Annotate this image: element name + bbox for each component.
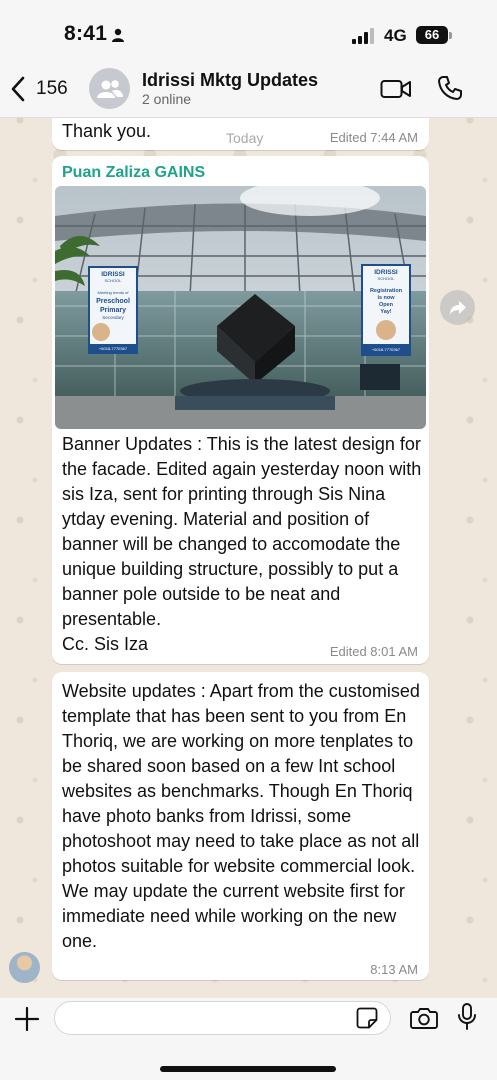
video-call-icon[interactable] [380, 77, 412, 101]
online-status: 2 online [142, 91, 192, 107]
message-bubble-with-image[interactable]: Puan Zaliza GAINS IDRISSI SCHOOL Meeting… [52, 156, 429, 664]
message-text: Website updates : Apart from the customi… [62, 681, 420, 951]
battery-level: 66 [424, 27, 440, 42]
battery-icon: 66 [416, 26, 448, 44]
plus-icon[interactable] [14, 1006, 40, 1032]
back-button[interactable]: 156 [10, 74, 68, 104]
battery-tip [449, 32, 452, 39]
message-timestamp: Edited 8:01 AM [329, 644, 418, 659]
left-banner-brand-sub: SCHOOL [105, 278, 123, 283]
share-arrow-icon [449, 300, 466, 315]
message-body: Banner Updates : This is the latest desi… [62, 434, 422, 654]
message-timestamp: 8:13 AM [370, 962, 418, 977]
message-input[interactable] [54, 1001, 391, 1035]
network-label: 4G [384, 26, 407, 45]
left-banner-headline: Meeting trends of [98, 290, 130, 295]
right-banner-headline-4: Yay! [380, 309, 391, 315]
left-banner-brand: IDRISSI [101, 271, 125, 278]
group-avatar-icon [96, 79, 123, 98]
facade-illustration: IDRISSI SCHOOL Meeting trends of Prescho… [55, 186, 426, 429]
chat-header: 156 Idrissi Mktg Updates 2 online [0, 60, 497, 118]
date-separator: Today [218, 128, 272, 148]
camera-icon[interactable] [410, 1006, 438, 1030]
forward-button[interactable] [440, 290, 475, 325]
message-timestamp: Edited 7:44 AM [329, 130, 418, 145]
home-indicator [160, 1066, 336, 1072]
status-time: 8:41 [64, 22, 108, 45]
right-banner-brand: IDRISSI [374, 269, 398, 276]
right-banner-headline-2: is now [377, 295, 395, 301]
left-banner-phone: +6018-7770367 [99, 346, 128, 351]
status-bar: 8:41 4G 66 [0, 0, 497, 60]
person-icon [112, 28, 124, 42]
right-banner-headline-1: Registration [370, 288, 403, 294]
signal-strength-icon [352, 28, 374, 44]
left-banner-line-3: Secondary [102, 315, 124, 320]
unread-count: 156 [36, 78, 68, 99]
message-list[interactable]: Thank you. Edited 7:44 AM Today Puan Zal… [0, 118, 497, 998]
chevron-left-icon [11, 76, 25, 102]
sender-avatar[interactable] [9, 952, 40, 983]
right-banner-brand-sub: SCHOOL [378, 276, 396, 281]
message-text: Thank you. [62, 121, 152, 141]
phone-call-icon[interactable] [437, 75, 463, 101]
group-avatar[interactable] [89, 68, 130, 109]
message-text: Banner Updates : This is the latest desi… [62, 432, 422, 657]
building-facade-photo[interactable]: IDRISSI SCHOOL Meeting trends of Prescho… [55, 186, 426, 429]
left-banner-line-1: Preschool [96, 298, 130, 305]
microphone-icon[interactable] [457, 1003, 477, 1031]
right-banner-headline-3: Open [379, 302, 394, 308]
message-bubble[interactable]: Website updates : Apart from the customi… [52, 672, 429, 980]
sender-name[interactable]: Puan Zaliza GAINS [62, 164, 205, 182]
group-name[interactable]: Idrissi Mktg Updates [142, 70, 318, 91]
left-banner-line-2: Primary [100, 307, 126, 314]
sticker-icon[interactable] [356, 1007, 378, 1029]
right-banner-phone: +6018-7770367 [372, 347, 401, 352]
